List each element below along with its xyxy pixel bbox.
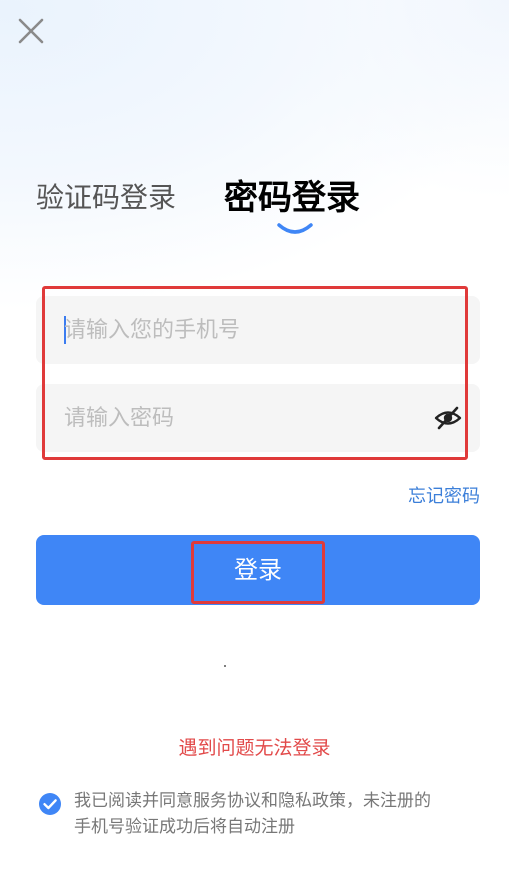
agreement-line-2: 手机号验证成功后将自动注册 (74, 817, 295, 837)
phone-field[interactable] (36, 296, 480, 364)
active-tab-indicator (277, 223, 313, 234)
eye-off-icon (434, 406, 462, 430)
login-help-link[interactable]: 遇到问题无法登录 (0, 733, 509, 760)
forgot-password-link[interactable]: 忘记密码 (408, 482, 480, 508)
tab-password-login[interactable]: 密码登录 (224, 176, 360, 220)
close-icon (18, 18, 44, 44)
checkmark-circle-icon (39, 793, 61, 815)
login-page: 验证码登录 密码登录 忘记密码 登录 遇到问题无法登录 (0, 0, 509, 890)
password-visibility-toggle[interactable] (434, 404, 462, 432)
agreement-line-1: 我已阅读并同意服务协议和隐私政策，未注册的 (74, 791, 431, 811)
password-field[interactable] (36, 384, 480, 452)
phone-input[interactable] (64, 296, 424, 364)
password-input[interactable] (64, 384, 424, 452)
stray-dot (224, 665, 226, 667)
login-button[interactable]: 登录 (36, 535, 480, 605)
tab-sms-login[interactable]: 验证码登录 (36, 178, 176, 218)
agreement-text: 我已阅读并同意服务协议和隐私政策，未注册的 手机号验证成功后将自动注册 (74, 788, 484, 840)
agreement-checkbox[interactable] (38, 792, 62, 816)
close-button[interactable] (14, 14, 48, 48)
